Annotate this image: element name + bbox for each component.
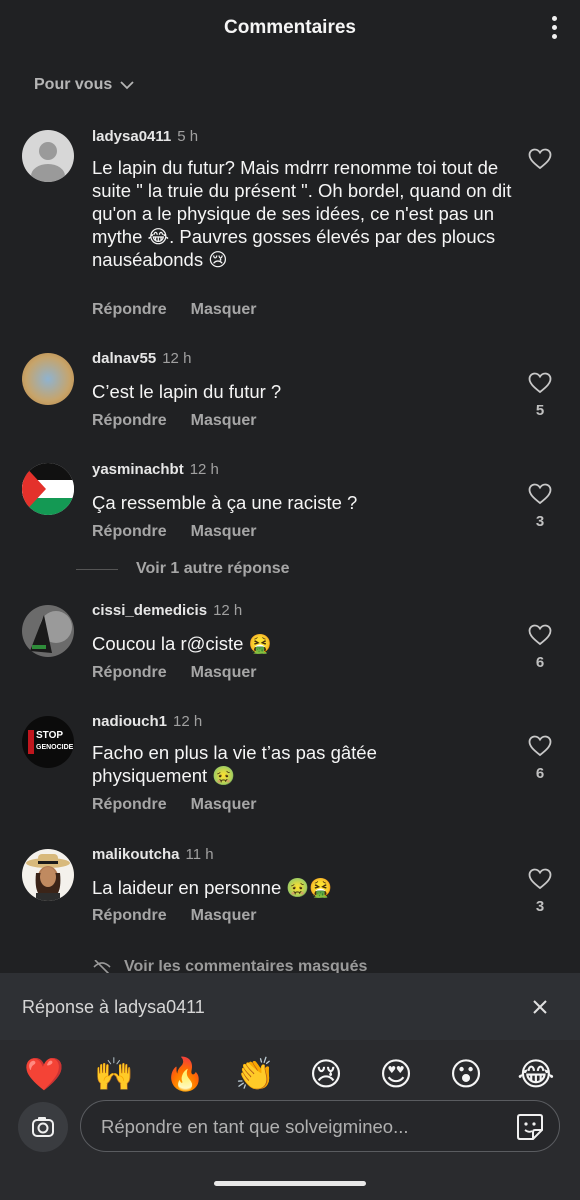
avatar[interactable]: [22, 849, 74, 901]
chevron-down-icon: [120, 81, 134, 90]
avatar[interactable]: STOP GENOCIDE: [22, 716, 74, 768]
reply-button[interactable]: Répondre: [92, 796, 167, 814]
username[interactable]: malikoutcha: [92, 846, 180, 863]
like-count: 6: [535, 765, 545, 782]
like-count: 3: [535, 513, 545, 530]
hide-button[interactable]: Masquer: [191, 664, 257, 682]
emoji-raised-hands[interactable]: 🙌: [92, 1054, 136, 1094]
heart-icon: [528, 148, 552, 170]
timestamp: 12 h: [162, 350, 192, 367]
heart-icon: [528, 483, 552, 505]
username[interactable]: yasminachbt: [92, 461, 184, 478]
more-replies-label: Voir 1 autre réponse: [136, 560, 290, 577]
comment-text: Coucou la r@ciste 🤮: [92, 633, 272, 654]
divider: [76, 568, 118, 570]
heart-icon: [528, 372, 552, 394]
avatar[interactable]: [22, 130, 74, 182]
avatar[interactable]: [22, 353, 74, 405]
reply-input-placeholder: Répondre en tant que solveigmineo...: [101, 1116, 409, 1137]
comment-actions: Répondre Masquer: [92, 907, 256, 925]
comment-actions: Répondre Masquer: [92, 301, 256, 319]
comment-meta: yasminachbt 12 h: [92, 461, 219, 478]
camera-icon: [32, 1117, 54, 1137]
emoji-crying[interactable]: 😢: [304, 1054, 348, 1094]
username[interactable]: nadiouch1: [92, 713, 167, 730]
page-title: Commentaires: [224, 17, 356, 38]
reply-button[interactable]: Répondre: [92, 412, 167, 430]
timestamp: 12 h: [213, 602, 243, 619]
hide-button[interactable]: Masquer: [191, 523, 257, 541]
home-indicator[interactable]: [214, 1181, 366, 1186]
reply-input[interactable]: Répondre en tant que solveigmineo...: [80, 1100, 560, 1152]
eye-off-icon: [93, 960, 111, 974]
view-hidden-comments[interactable]: Voir les commentaires masqués: [92, 960, 367, 974]
like-button[interactable]: 5: [528, 372, 552, 419]
like-button[interactable]: 6: [528, 735, 552, 782]
heart-icon: [528, 624, 552, 646]
timestamp: 12 h: [173, 713, 203, 730]
like-count: 5: [535, 402, 545, 419]
hidden-comments-label: Voir les commentaires masqués: [124, 960, 368, 974]
sticker-icon[interactable]: [515, 1112, 545, 1142]
comment-meta: ladysa0411 5 h: [92, 128, 198, 145]
hide-button[interactable]: Masquer: [191, 412, 257, 430]
reply-button[interactable]: Répondre: [92, 664, 167, 682]
timestamp: 12 h: [189, 461, 219, 478]
comment-actions: Répondre Masquer: [92, 664, 256, 682]
composer: ❤️ 🙌 🔥 👏 😢 😍 😮 😂 Répondre en tant que so…: [0, 1040, 580, 1200]
sort-dropdown[interactable]: Pour vous: [34, 76, 134, 94]
reply-context-label: Réponse à ladysa0411: [22, 997, 205, 1017]
reply-button[interactable]: Répondre: [92, 301, 167, 319]
username[interactable]: dalnav55: [92, 350, 156, 367]
reply-button[interactable]: Répondre: [92, 907, 167, 925]
stop-avatar-text: STOP GENOCIDE: [36, 730, 74, 751]
like-button[interactable]: 6: [528, 624, 552, 671]
comment-actions: Répondre Masquer: [92, 412, 256, 430]
emoji-bar: ❤️ 🙌 🔥 👏 😢 😍 😮 😂: [0, 1054, 580, 1094]
emoji-laughing[interactable]: 😂: [514, 1054, 558, 1094]
comment-text: Le lapin du futur? Mais mdrrr renomme to…: [92, 157, 512, 270]
like-count: 3: [535, 898, 545, 915]
comment-text: Ça ressemble à ça une raciste ?: [92, 492, 358, 513]
emoji-surprised[interactable]: 😮: [444, 1054, 488, 1094]
comment-text: La laideur en personne 🤢🤮: [92, 877, 333, 898]
heart-icon: [528, 868, 552, 890]
emoji-clap[interactable]: 👏: [233, 1054, 277, 1094]
hide-button[interactable]: Masquer: [191, 301, 257, 319]
comment-text: Facho en plus la vie t’as pas gâtée phys…: [92, 742, 377, 786]
hide-button[interactable]: Masquer: [191, 796, 257, 814]
header: Commentaires: [0, 0, 580, 60]
comment-meta: nadiouch1 12 h: [92, 713, 202, 730]
avatar[interactable]: [22, 463, 74, 515]
emoji-heart[interactable]: ❤️: [22, 1054, 66, 1094]
comment-meta: malikoutcha 11 h: [92, 846, 214, 863]
username[interactable]: cissi_demedicis: [92, 602, 207, 619]
comment-text: C’est le lapin du futur ?: [92, 381, 282, 402]
emoji-heart-eyes[interactable]: 😍: [374, 1054, 418, 1094]
hide-button[interactable]: Masquer: [191, 907, 257, 925]
reply-context-bar: Réponse à ladysa0411: [0, 973, 580, 1040]
like-count: 6: [535, 654, 545, 671]
timestamp: 11 h: [185, 846, 214, 863]
heart-icon: [528, 735, 552, 757]
more-vertical-icon[interactable]: [550, 16, 558, 42]
comment-actions: Répondre Masquer: [92, 523, 256, 541]
like-button[interactable]: 3: [528, 483, 552, 530]
username[interactable]: ladysa0411: [92, 128, 171, 145]
camera-button[interactable]: [18, 1102, 68, 1152]
comment-meta: cissi_demedicis 12 h: [92, 602, 242, 619]
emoji-fire[interactable]: 🔥: [163, 1054, 207, 1094]
like-button[interactable]: [528, 148, 552, 170]
sort-label: Pour vous: [34, 76, 113, 93]
view-more-replies[interactable]: Voir 1 autre réponse: [76, 560, 290, 578]
stop-avatar-mark: [28, 730, 34, 754]
comment-meta: dalnav55 12 h: [92, 350, 191, 367]
close-icon[interactable]: [530, 997, 550, 1017]
timestamp: 5 h: [177, 128, 199, 145]
reply-button[interactable]: Répondre: [92, 523, 167, 541]
avatar[interactable]: [22, 605, 74, 657]
comment-actions: Répondre Masquer: [92, 796, 256, 814]
like-button[interactable]: 3: [528, 868, 552, 915]
